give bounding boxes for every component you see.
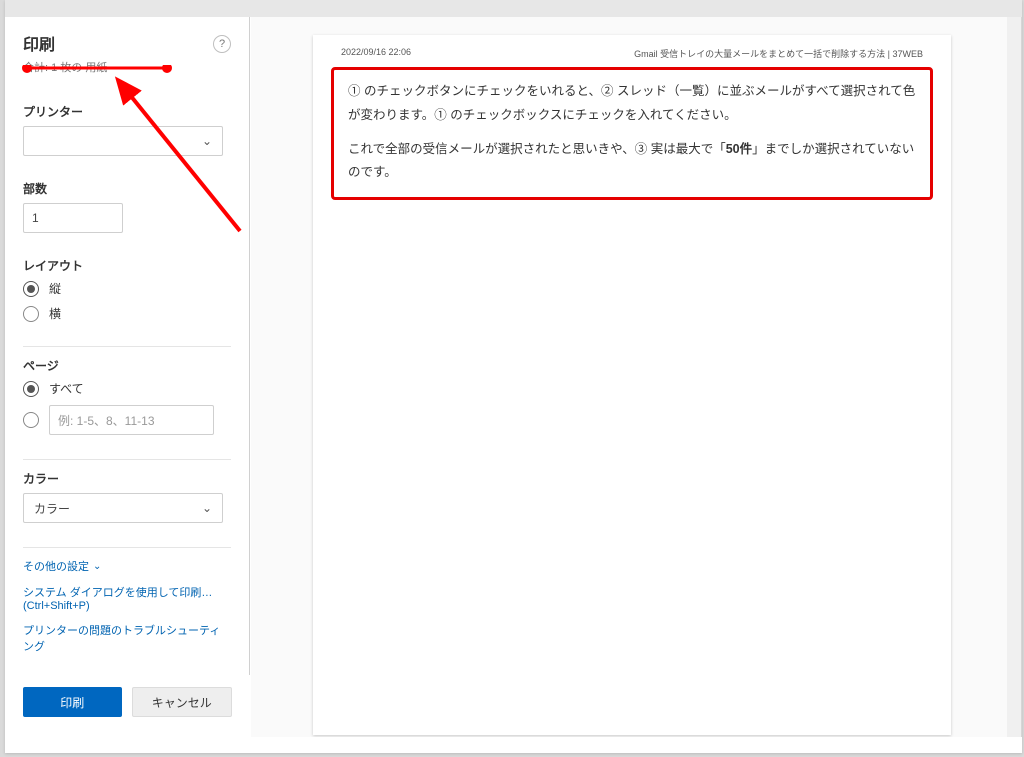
content-paragraph-2: これで全部の受信メールが選択されたと思いきや、③ 実は最大で「50件」までしか選…: [348, 138, 916, 186]
copies-section: 部数 1: [5, 180, 249, 233]
system-dialog-link[interactable]: システム ダイアログを使用して印刷… (Ctrl+Shift+P): [23, 584, 231, 612]
color-section: カラー カラー ⌄: [5, 470, 249, 523]
radio-icon: [23, 381, 39, 397]
pages-section: ページ すべて 例: 1-5、8、11-13: [5, 357, 249, 435]
dialog-title: 印刷: [23, 31, 231, 55]
printer-select[interactable]: ⌄: [23, 126, 223, 156]
content-paragraph-1: ① のチェックボタンにチェックをいれると、② スレッド（一覧）に並ぶメールがすべ…: [348, 80, 916, 128]
print-dialog-window: 印刷 合計: 1 枚の 用紙 ? プリンター ⌄ 部数 1 レイアウト 縦: [5, 0, 1022, 753]
page-header-date: 2022/09/16 22:06: [341, 47, 411, 60]
dialog-total: 合計: 1 枚の 用紙: [23, 59, 231, 75]
divider: [23, 346, 231, 347]
copies-input[interactable]: 1: [23, 203, 123, 233]
pages-custom-input[interactable]: 例: 1-5、8、11-13: [49, 405, 214, 435]
layout-landscape-radio[interactable]: 横: [23, 305, 231, 322]
pages-custom-placeholder: 例: 1-5、8、11-13: [58, 412, 155, 429]
layout-portrait-label: 縦: [49, 280, 61, 297]
printer-label: プリンター: [23, 103, 231, 120]
radio-icon: [23, 412, 39, 428]
pages-custom-radio[interactable]: 例: 1-5、8、11-13: [23, 405, 231, 435]
color-label: カラー: [23, 470, 231, 487]
chevron-down-icon: ⌄: [202, 501, 212, 515]
print-button[interactable]: 印刷: [23, 687, 122, 717]
cancel-button[interactable]: キャンセル: [132, 687, 233, 717]
troubleshoot-link[interactable]: プリンターの問題のトラブルシューティング: [23, 622, 231, 654]
copies-value: 1: [32, 211, 39, 225]
pages-all-radio[interactable]: すべて: [23, 380, 231, 397]
layout-section: レイアウト 縦 横: [5, 257, 249, 322]
divider: [23, 459, 231, 460]
color-select[interactable]: カラー ⌄: [23, 493, 223, 523]
layout-label: レイアウト: [23, 257, 231, 274]
preview-scrollbar[interactable]: [1007, 17, 1021, 737]
troubleshoot-label: プリンターの問題のトラブルシューティング: [23, 622, 231, 654]
page-header-title: Gmail 受信トレイの大量メールをまとめて一括で削除する方法 | 37WEB: [634, 47, 923, 60]
print-sidebar: 印刷 合計: 1 枚の 用紙 ? プリンター ⌄ 部数 1 レイアウト 縦: [5, 17, 250, 737]
content-callout-box: ① のチェックボタンにチェックをいれると、② スレッド（一覧）に並ぶメールがすべ…: [331, 67, 933, 200]
copies-label: 部数: [23, 180, 231, 197]
preview-page: 2022/09/16 22:06 Gmail 受信トレイの大量メールをまとめて一…: [313, 35, 951, 735]
radio-icon: [23, 281, 39, 297]
more-settings-link[interactable]: その他の設定 ⌄: [23, 558, 231, 574]
sidebar-footer: 印刷 キャンセル: [5, 675, 250, 737]
chevron-down-icon: ⌄: [202, 134, 212, 148]
browser-chrome-top: [5, 0, 1022, 17]
chevron-down-icon: ⌄: [93, 561, 101, 572]
layout-portrait-radio[interactable]: 縦: [23, 280, 231, 297]
color-value: カラー: [34, 500, 202, 517]
layout-landscape-label: 横: [49, 305, 61, 322]
page-header: 2022/09/16 22:06 Gmail 受信トレイの大量メールをまとめて一…: [313, 47, 951, 60]
printer-section: プリンター ⌄: [5, 103, 249, 156]
help-icon[interactable]: ?: [213, 35, 231, 53]
more-settings-label: その他の設定: [23, 558, 89, 574]
radio-icon: [23, 306, 39, 322]
system-dialog-label: システム ダイアログを使用して印刷… (Ctrl+Shift+P): [23, 584, 231, 612]
print-preview-area: 2022/09/16 22:06 Gmail 受信トレイの大量メールをまとめて一…: [251, 17, 1022, 737]
divider: [23, 547, 231, 548]
pages-label: ページ: [23, 357, 231, 374]
pages-all-label: すべて: [49, 380, 84, 397]
